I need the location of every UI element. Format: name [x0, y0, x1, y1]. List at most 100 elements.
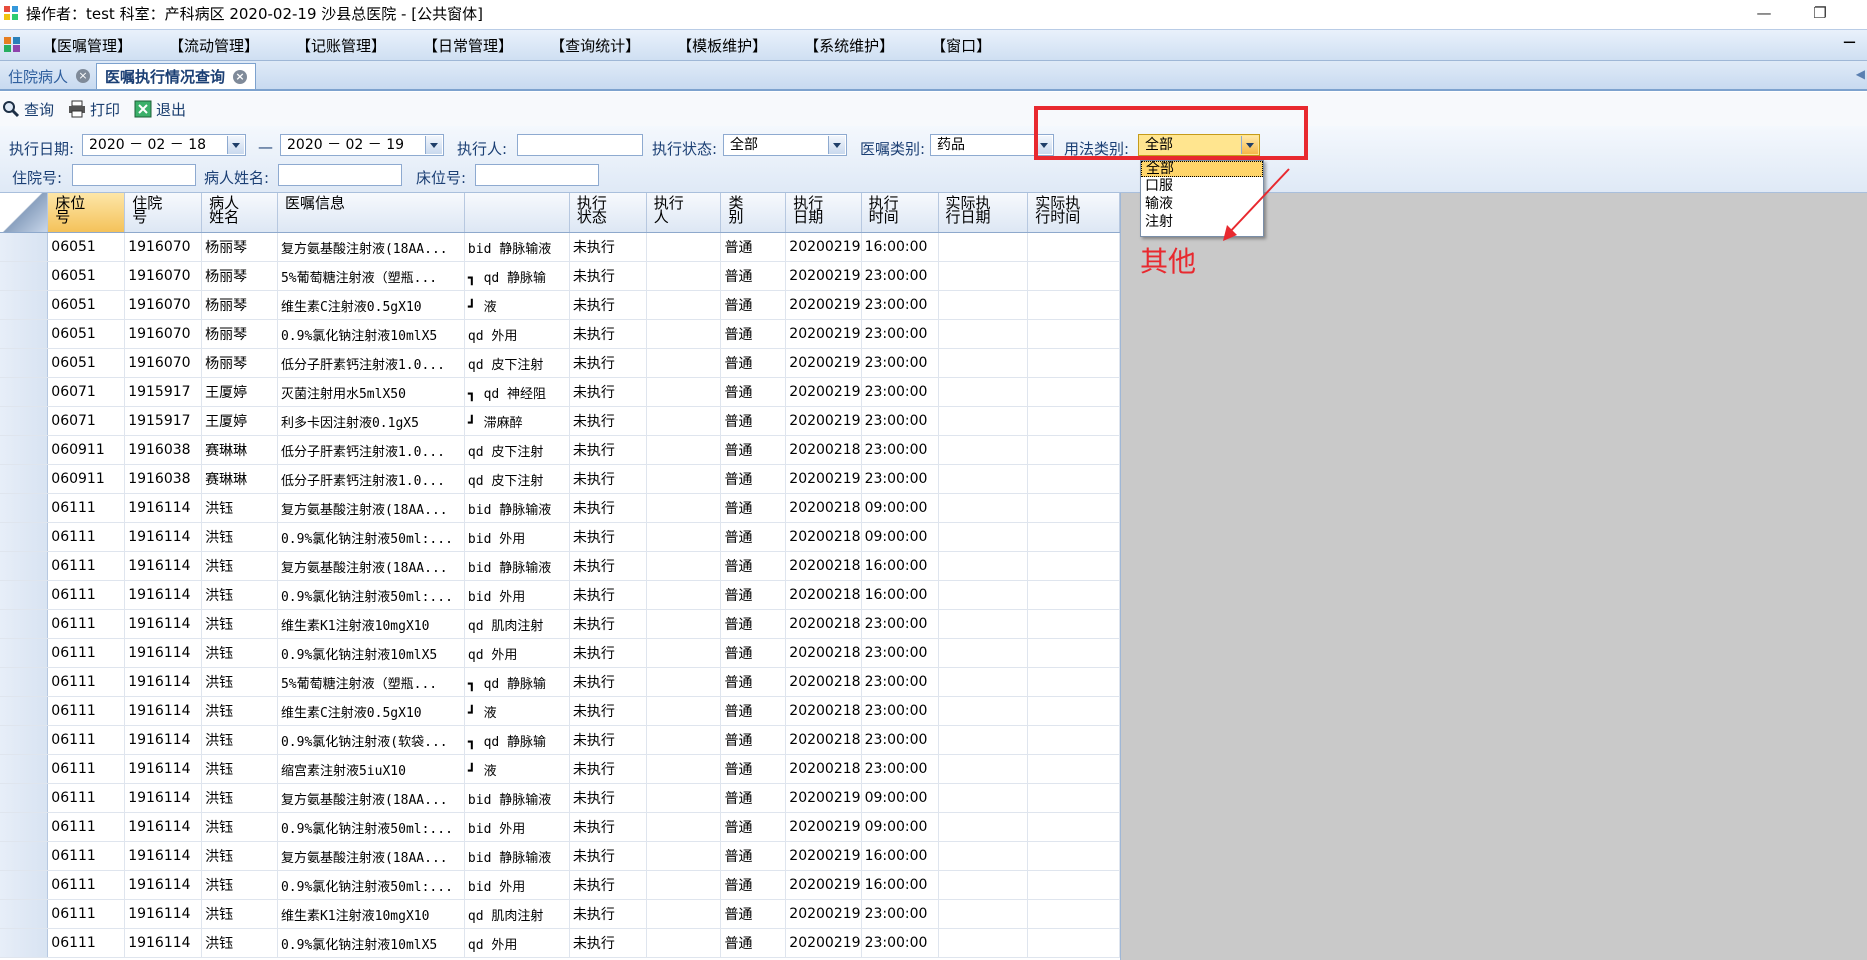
chevron-down-icon[interactable]	[425, 136, 442, 154]
table-row[interactable]: 06111 1916114 洪钰 0.9%氯化钠注射液10mlX5 qd 外用 未执行 普通…	[0, 928, 1120, 958]
column-header-order-usage[interactable]	[464, 193, 570, 233]
table-row[interactable]: 06071 1915917 王厦婷 利多卡因注射液0.1gX5 ┛ 滞麻醉 未执行 普通 20…	[0, 406, 1120, 436]
results-grid[interactable]: 床位 号住院 号病人 姓名 医嘱信息 执行 状态 执行 人类 别执行 日期 执行 时间实…	[0, 193, 1121, 960]
menu-order-management[interactable]: 【医嘱管理】	[42, 35, 132, 56]
column-header-exec-date[interactable]: 执行 日期	[785, 193, 862, 233]
cell-exec-status: 未执行	[569, 464, 647, 494]
date-to-picker[interactable]: 2020 － 02 － 19	[280, 134, 444, 156]
close-icon[interactable]: ×	[233, 69, 248, 84]
print-button[interactable]: 打印	[68, 99, 120, 120]
table-row[interactable]: 06051 1916070 杨丽琴 复方氨基酸注射液(18AA... bid 静脉输液未…	[0, 232, 1120, 262]
chevron-down-icon[interactable]	[227, 136, 244, 154]
query-button[interactable]: 查询	[2, 99, 54, 120]
row-header[interactable]	[0, 667, 49, 697]
table-row[interactable]: 06111 1916114 洪钰 维生素C注射液0.5gX10 ┛ 液未执行 普通 2020…	[0, 696, 1120, 726]
cell-executor	[646, 870, 722, 900]
row-header[interactable]	[0, 522, 49, 552]
row-header[interactable]	[0, 725, 49, 755]
row-header[interactable]	[0, 783, 49, 813]
row-header[interactable]	[0, 551, 49, 581]
column-header-category[interactable]: 类 别	[720, 193, 787, 233]
column-header-exec-time[interactable]: 执行 时间	[861, 193, 939, 233]
exit-button[interactable]: 退出	[134, 99, 186, 120]
column-header-actual-exec-date[interactable]: 实际执 行日期	[938, 193, 1029, 233]
restore-button[interactable]: ❐	[1800, 2, 1840, 24]
row-header[interactable]	[0, 841, 49, 871]
row-header[interactable]	[0, 870, 49, 900]
column-header-bed-no[interactable]: 床位 号	[47, 193, 126, 233]
row-header[interactable]	[0, 928, 49, 958]
column-header-exec-status[interactable]: 执行 状态	[569, 193, 647, 233]
table-row[interactable]: 06111 1916114 洪钰 复方氨基酸注射液(18AA... bid 静脉输液 未执…	[0, 493, 1120, 523]
row-header[interactable]	[0, 754, 49, 784]
chevron-down-icon[interactable]	[828, 136, 845, 154]
row-header[interactable]	[0, 899, 49, 929]
table-row[interactable]: 06051 1916070 杨丽琴 0.9%氯化钠注射液10mlX5 qd 外用 未执行 普…	[0, 319, 1120, 349]
cell-order-usage: bid 静脉输液	[464, 841, 570, 871]
table-row[interactable]: 06111 1916114 洪钰 维生素K1注射液10mgX10 qd 肌肉注射 未执行 普…	[0, 899, 1120, 929]
row-header[interactable]	[0, 348, 49, 378]
table-row[interactable]: 06111 1916114 洪钰 维生素K1注射液10mgX10 qd 肌肉注射 未执行 普…	[0, 609, 1120, 639]
row-header[interactable]	[0, 377, 49, 407]
menu-flow-management[interactable]: 【流动管理】	[169, 35, 259, 56]
table-row[interactable]: 06051 1916070 杨丽琴 维生素C注射液0.5gX10 ┛ 液未执行 普通 202…	[0, 290, 1120, 320]
tab-order-execution-query[interactable]: 医嘱执行情况查询 ×	[96, 63, 257, 89]
row-header[interactable]	[0, 290, 49, 320]
menu-window[interactable]: 【窗口】	[931, 35, 991, 56]
close-icon[interactable]: ×	[76, 69, 91, 83]
inpatient-no-input[interactable]	[72, 164, 196, 186]
menu-billing-management[interactable]: 【记账管理】	[296, 35, 386, 56]
mdi-minimize-button[interactable]: −	[1842, 32, 1857, 53]
cell-bed-no: 06111	[47, 638, 126, 668]
minimize-button[interactable]: —	[1744, 2, 1784, 24]
select-all-corner[interactable]	[0, 193, 49, 233]
row-header[interactable]	[0, 232, 49, 262]
row-header[interactable]	[0, 812, 49, 842]
row-header[interactable]	[0, 435, 49, 465]
menu-system-maintenance[interactable]: 【系统维护】	[804, 35, 894, 56]
table-row[interactable]: 060911 1916038 赛琳琳 低分子肝素钙注射液1.0... qd 皮下注射 未执…	[0, 464, 1120, 494]
exec-status-select[interactable]: 全部	[723, 134, 847, 156]
table-row[interactable]: 06111 1916114 洪钰 0.9%氯化钠注射液(软袋... ┓ qd 静脉输 未执…	[0, 725, 1120, 755]
date-from-picker[interactable]: 2020 － 02 － 18	[82, 134, 246, 156]
executor-input[interactable]	[517, 134, 643, 156]
table-row[interactable]: 06051 1916070 杨丽琴 5%葡萄糖注射液（塑瓶... ┓ qd 静脉输 未执行…	[0, 261, 1120, 291]
row-header[interactable]	[0, 261, 49, 291]
row-header[interactable]	[0, 638, 49, 668]
tab-scroll-left-icon[interactable]: ◀	[1856, 67, 1865, 81]
bed-no-input[interactable]	[475, 164, 599, 186]
table-row[interactable]: 060911 1916038 赛琳琳 低分子肝素钙注射液1.0... qd 皮下注射 未执…	[0, 435, 1120, 465]
row-header[interactable]	[0, 406, 49, 436]
row-header[interactable]	[0, 319, 49, 349]
table-row[interactable]: 06111 1916114 洪钰 0.9%氯化钠注射液50ml:... bid 外用 未执…	[0, 522, 1120, 552]
menu-daily-management[interactable]: 【日常管理】	[423, 35, 513, 56]
menu-app-icon[interactable]	[4, 37, 22, 53]
cell-actual-exec-date	[938, 899, 1029, 929]
patient-name-input[interactable]	[278, 164, 402, 186]
table-row[interactable]: 06051 1916070 杨丽琴 低分子肝素钙注射液1.0... qd 皮下注射 未执行…	[0, 348, 1120, 378]
row-header[interactable]	[0, 609, 49, 639]
column-header-executor[interactable]: 执行 人	[646, 193, 722, 233]
row-header[interactable]	[0, 464, 49, 494]
table-row[interactable]: 06111 1916114 洪钰 复方氨基酸注射液(18AA... bid 静脉输液 未执…	[0, 841, 1120, 871]
table-row[interactable]: 06111 1916114 洪钰 0.9%氯化钠注射液10mlX5 qd 外用 未执行 普通…	[0, 638, 1120, 668]
menu-query-statistics[interactable]: 【查询统计】	[550, 35, 640, 56]
row-header[interactable]	[0, 696, 49, 726]
row-header[interactable]	[0, 580, 49, 610]
column-header-inpatient-no[interactable]: 住院 号	[124, 193, 203, 233]
table-row[interactable]: 06111 1916114 洪钰 5%葡萄糖注射液（塑瓶... ┓ qd 静脉输 未执行 普…	[0, 667, 1120, 697]
column-header-order-info[interactable]: 医嘱信息	[277, 193, 465, 233]
table-row[interactable]: 06111 1916114 洪钰 0.9%氯化钠注射液50ml:... bid 外用 未执…	[0, 812, 1120, 842]
table-row[interactable]: 06111 1916114 洪钰 0.9%氯化钠注射液50ml:... bid 外用 未执…	[0, 580, 1120, 610]
column-header-patient-name[interactable]: 病人 姓名	[201, 193, 278, 233]
table-row[interactable]: 06111 1916114 洪钰 复方氨基酸注射液(18AA... bid 静脉输液 未执…	[0, 551, 1120, 581]
table-row[interactable]: 06111 1916114 洪钰 复方氨基酸注射液(18AA... bid 静脉输液 未执…	[0, 783, 1120, 813]
menu-template-maintenance[interactable]: 【模板维护】	[677, 35, 767, 56]
table-row[interactable]: 06071 1915917 王厦婷 灭菌注射用水5mlX50 ┓ qd 神经阻 未执行 普通…	[0, 377, 1120, 407]
column-header-actual-exec-time[interactable]: 实际执 行时间	[1027, 193, 1120, 233]
row-header[interactable]	[0, 493, 49, 523]
table-row[interactable]: 06111 1916114 洪钰 0.9%氯化钠注射液50ml:... bid 外用 未执…	[0, 870, 1120, 900]
cell-actual-exec-time	[1027, 580, 1120, 610]
tab-inpatients[interactable]: 住院病人 ×	[0, 63, 98, 89]
table-row[interactable]: 06111 1916114 洪钰 缩宫素注射液5iuX10 ┛ 液未执行 普通 202002…	[0, 754, 1120, 784]
